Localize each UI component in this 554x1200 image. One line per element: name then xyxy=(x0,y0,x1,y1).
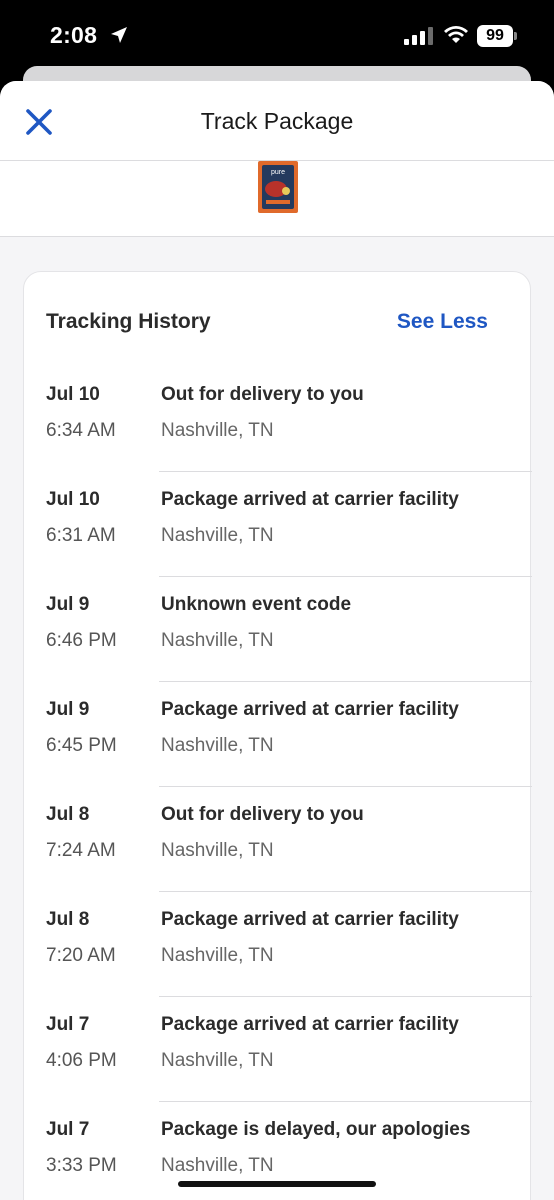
event-location: Nashville, TN xyxy=(161,735,274,756)
tracking-events-list: Jul 10 6:34 AM Out for delivery to you Nash… xyxy=(24,367,532,1200)
tracking-event-row: Jul 10 6:31 AM Package arrived at carrier … xyxy=(24,472,532,577)
home-indicator[interactable] xyxy=(178,1181,376,1187)
event-time: 6:45 PM xyxy=(46,735,117,756)
event-date: Jul 9 xyxy=(46,699,90,720)
status-time: 2:08 xyxy=(50,22,98,48)
event-location: Nashville, TN xyxy=(161,945,274,966)
event-status: Unknown event code xyxy=(161,594,352,615)
see-less-button[interactable]: See Less xyxy=(397,310,488,334)
event-status: Package arrived at carrier facility xyxy=(161,909,459,930)
event-date: Jul 7 xyxy=(46,1014,90,1035)
event-time: 4:06 PM xyxy=(46,1050,117,1071)
event-time: 6:46 PM xyxy=(46,630,117,651)
product-strip: pure xyxy=(0,161,554,237)
tracking-event-row: Jul 8 7:20 AM Package arrived at carrier f… xyxy=(24,892,532,997)
event-location: Nashville, TN xyxy=(161,630,274,651)
tracking-event-row: Jul 9 6:45 PM Package arrived at carrier f… xyxy=(24,682,532,787)
event-date: Jul 10 xyxy=(46,489,100,510)
event-time: 6:34 AM xyxy=(46,420,116,441)
event-location: Nashville, TN xyxy=(161,840,274,861)
event-location: Nashville, TN xyxy=(161,1155,274,1176)
event-date: Jul 8 xyxy=(46,909,90,930)
status-bar: 2:08 99 xyxy=(0,0,554,66)
product-image[interactable]: pure xyxy=(256,161,300,213)
tracking-event-row: Jul 7 4:06 PM Package arrived at carrier f… xyxy=(24,997,532,1102)
battery-tip xyxy=(514,32,517,40)
tracking-history-title: Tracking History xyxy=(46,310,211,333)
event-time: 6:31 AM xyxy=(46,525,116,546)
event-status: Package arrived at carrier facility xyxy=(161,1014,459,1035)
event-status: Out for delivery to you xyxy=(161,384,364,405)
event-time: 3:33 PM xyxy=(46,1155,117,1176)
track-package-sheet: Track Package pure Tracking History See … xyxy=(0,81,554,1200)
tracking-event-row: Jul 8 7:24 AM Out for delivery to you Nashv… xyxy=(24,787,532,892)
tracking-history-card: Tracking History See Less Jul 10 6:34 AM O… xyxy=(23,271,532,1200)
cellular-signal-icon xyxy=(404,27,433,45)
location-arrow-icon xyxy=(111,27,127,43)
event-status: Package arrived at carrier facility xyxy=(161,489,459,510)
event-location: Nashville, TN xyxy=(161,1050,274,1071)
event-time: 7:24 AM xyxy=(46,840,116,861)
page-title: Track Package xyxy=(200,108,354,134)
event-date: Jul 8 xyxy=(46,804,90,825)
tracking-event-row: Jul 9 6:46 PM Unknown event code Nashville,… xyxy=(24,577,532,682)
wifi-icon xyxy=(444,26,468,43)
tracking-event-row: Jul 10 6:34 AM Out for delivery to you Nash… xyxy=(24,367,532,472)
sheet-header: Track Package xyxy=(0,81,554,161)
event-location: Nashville, TN xyxy=(161,420,274,441)
event-time: 7:20 AM xyxy=(46,945,116,966)
event-date: Jul 7 xyxy=(46,1119,90,1140)
event-date: Jul 9 xyxy=(46,594,90,615)
event-date: Jul 10 xyxy=(46,384,100,405)
battery-indicator: 99 xyxy=(477,25,513,47)
event-status: Out for delivery to you xyxy=(161,804,364,825)
event-status: Package arrived at carrier facility xyxy=(161,699,459,720)
event-location: Nashville, TN xyxy=(161,525,274,546)
event-status: Package is delayed, our apologies xyxy=(161,1119,471,1140)
svg-text:pure: pure xyxy=(271,169,285,176)
